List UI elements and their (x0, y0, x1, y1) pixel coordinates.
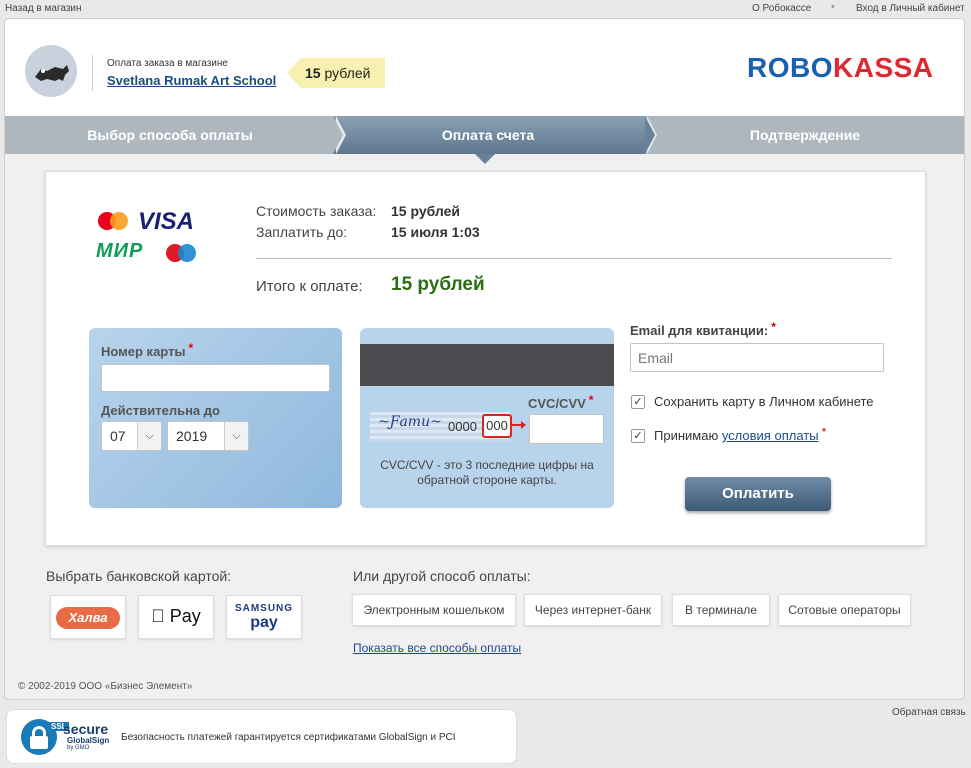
halva-logo: Халва (56, 607, 120, 629)
email-input[interactable] (630, 343, 884, 372)
secure-label: secure (63, 721, 109, 737)
apple-pay-logo:  Pay (139, 606, 213, 627)
terms-link[interactable]: условия оплаты (722, 428, 819, 443)
expiry-year-select[interactable]: 2019 ⌵ (167, 421, 249, 451)
show-all-methods-link[interactable]: Показать все способы оплаты (353, 641, 521, 655)
active-step-indicator (475, 154, 495, 164)
login-link[interactable]: Вход в Личный кабинет (856, 3, 965, 14)
samsung-pay-button[interactable]: SAMSUNG pay (226, 595, 302, 639)
accept-terms-label: Принимаю условия оплаты * (654, 425, 827, 443)
samsung-logo-bottom: pay (250, 614, 278, 631)
globalsign-label: GlobalSign (67, 736, 110, 745)
separator-dot: • (831, 1, 835, 13)
due-value: 15 июля 1:03 (391, 224, 480, 240)
gmo-label: by GMO (67, 745, 90, 751)
card-brands: VISA МИР (96, 208, 206, 268)
step-choose-method: Выбор способа оплаты (87, 127, 253, 143)
chevron-down-icon: ⌵ (224, 422, 248, 450)
card-front-panel: Номер карты * Действительна до 07 ⌵ 2019 ⌵ (89, 328, 342, 508)
cvc-label: CVC/CVV * (528, 393, 594, 411)
magnetic-stripe (360, 344, 614, 386)
apple-pay-button[interactable]:  Pay (138, 595, 214, 639)
total-value: 15 рублей (391, 274, 485, 295)
progress-steps: Выбор способа оплаты Оплата счета Подтве… (5, 116, 964, 154)
header: Оплата заказа в магазине Svetlana Rumak … (5, 19, 964, 116)
other-methods-title: Или другой способ оплаты: (353, 568, 531, 584)
card-back-panel: CVC/CVV * ~Ƒamu~ 0000 000 CVC/CVV - это 3… (360, 328, 614, 508)
terminal-button[interactable]: В терминале (672, 594, 770, 626)
back-to-shop-link[interactable]: Назад в магазин (5, 3, 82, 14)
cost-value: 15 рублей (391, 203, 461, 219)
email-label: Email для квитанции: * (630, 320, 776, 338)
e-wallet-button[interactable]: Электронным кошельком (352, 594, 516, 626)
save-card-label: Сохранить карту в Личном кабинете (654, 394, 874, 409)
security-badge: SSL secure GlobalSign by GMO Безопасност… (6, 709, 517, 764)
signature-icon: ~Ƒamu~ (378, 414, 442, 430)
samsung-logo-top: SAMSUNG (234, 603, 294, 614)
card-number-input[interactable] (101, 364, 330, 392)
halva-button[interactable]: Халва (50, 595, 126, 639)
internet-bank-button[interactable]: Через интернет-банк (524, 594, 662, 626)
feedback-link[interactable]: Обратная связь (892, 707, 966, 718)
order-divider (256, 258, 892, 259)
save-card-checkbox[interactable]: ✓ (631, 395, 645, 409)
step-invoice-payment: Оплата счета (441, 127, 535, 143)
shop-name-link[interactable]: Svetlana Rumak Art School (107, 73, 276, 88)
copyright: © 2002-2019 ООО «Бизнес Элемент» (18, 681, 193, 692)
mastercard-icon (98, 212, 128, 232)
accept-terms-checkbox[interactable]: ✓ (631, 429, 645, 443)
total-label: Итого к оплате: (256, 278, 363, 295)
arrow-right-icon (512, 421, 526, 429)
header-divider (92, 55, 93, 91)
about-robokassa-link[interactable]: О Робокассе (752, 3, 811, 14)
price-currency: рублей (324, 65, 371, 81)
robokassa-logo: ROBOKASSA (747, 52, 934, 83)
maestro-icon (166, 244, 196, 264)
bank-card-title: Выбрать банковской картой: (46, 568, 232, 584)
expiry-month-select[interactable]: 07 ⌵ (101, 421, 162, 451)
visa-logo: VISA (138, 208, 195, 235)
payment-frame: Оплата заказа в магазине Svetlana Rumak … (4, 18, 965, 700)
mobile-operators-button[interactable]: Сотовые операторы (778, 594, 911, 626)
apple-icon:  (151, 606, 165, 626)
cost-label: Стоимость заказа: (256, 203, 377, 219)
cvc-input[interactable] (529, 414, 604, 444)
pay-button[interactable]: Оплатить (685, 477, 831, 511)
top-bar: Назад в магазин О Робокассе • Вход в Лич… (0, 0, 971, 18)
cvc-note: CVC/CVV - это 3 последние цифры на обрат… (380, 458, 594, 487)
cvc-sample-highlight: 000 (482, 414, 512, 438)
card-number-label: Номер карты * (101, 341, 194, 359)
chevron-down-icon: ⌵ (137, 422, 161, 450)
shop-caption: Оплата заказа в магазине (107, 58, 228, 69)
card-number-sample: 0000 (448, 419, 477, 434)
mir-logo: МИР (96, 240, 144, 262)
payment-card: VISA МИР Стоимость заказа: 15 рублей Зап… (45, 171, 926, 546)
shop-avatar (25, 45, 77, 97)
due-label: Заплатить до: (256, 224, 348, 240)
price-amount: 15 (305, 65, 321, 81)
expiry-label: Действительна до (101, 403, 220, 418)
security-text: Безопасность платежей гарантируется серт… (121, 732, 456, 743)
step-confirmation: Подтверждение (749, 127, 861, 143)
